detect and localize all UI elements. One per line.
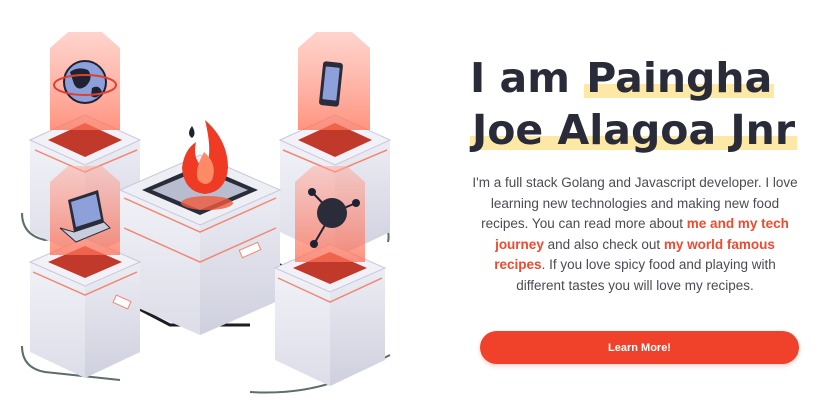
cube-center-logo	[118, 120, 282, 335]
heading-name-rest: Joe Alagoa Jnr	[470, 106, 798, 154]
server-cubes-illustration	[21, 32, 392, 394]
heading-line-1: I am Paingha	[470, 52, 810, 104]
learn-more-button[interactable]: Learn More!	[480, 331, 799, 364]
hero-bio: I'm a full stack Golang and Javascript d…	[470, 173, 800, 296]
bio-text-3: . If you love spicy food and playing wit…	[516, 257, 776, 293]
flame-logo-icon	[182, 120, 228, 194]
hero-content: I am Paingha Joe Alagoa Jnr I'm a full s…	[470, 52, 810, 296]
hero-heading: I am Paingha Joe Alagoa Jnr	[470, 52, 810, 156]
heading-line-2: Joe Alagoa Jnr	[470, 104, 810, 156]
heading-name-first: Paingha	[584, 54, 775, 102]
heading-prefix: I am	[470, 54, 585, 102]
bio-text-2: and also check out	[543, 236, 664, 252]
hero-section: I am Paingha Joe Alagoa Jnr I'm a full s…	[0, 0, 823, 411]
